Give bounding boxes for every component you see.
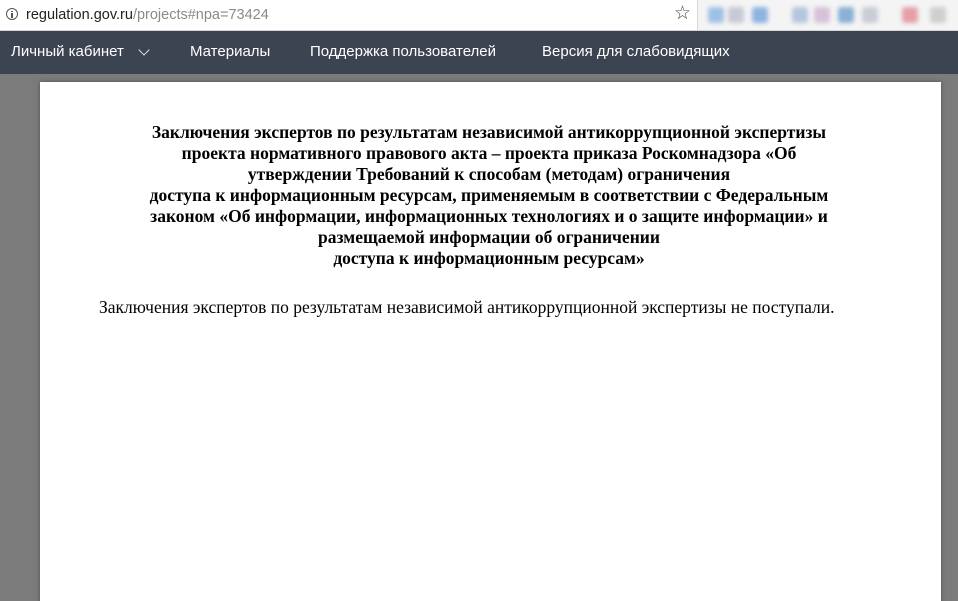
nav-item-materials[interactable]: Материалы [190, 43, 270, 61]
extension-icon[interactable] [814, 7, 830, 23]
info-icon[interactable] [6, 8, 18, 20]
title-line: доступа к информационным ресурсам» [333, 248, 645, 268]
extension-icon[interactable] [728, 7, 744, 23]
extensions-area [706, 4, 956, 26]
extension-icon[interactable] [838, 7, 854, 23]
title-line: доступа к информационным ресурсам, приме… [149, 185, 829, 205]
title-line: проекта нормативного правового акта – пр… [181, 143, 797, 163]
star-icon[interactable]: ☆ [674, 3, 691, 25]
document-title: Заключения экспертов по результатам неза… [98, 122, 880, 269]
nav-item-accessibility-version[interactable]: Версия для слабовидящих [542, 43, 730, 61]
title-line: Заключения экспертов по результатам неза… [151, 122, 827, 142]
extension-icon[interactable] [862, 7, 878, 23]
extension-icon[interactable] [902, 7, 918, 23]
browser-address-bar: regulation.gov.ru/projects#npa=73424 ☆ [0, 0, 958, 31]
chevron-down-icon[interactable] [138, 44, 150, 56]
title-line: утверждении Требований к способам (метод… [247, 164, 731, 184]
url-text[interactable]: regulation.gov.ru/projects#npa=73424 [26, 6, 269, 24]
url-path: /projects#npa=73424 [132, 7, 269, 23]
nav-item-personal-account[interactable]: Личный кабинет [11, 43, 124, 61]
extension-icon[interactable] [930, 7, 946, 23]
url-host: regulation.gov.ru [26, 7, 133, 23]
site-navigation: Личный кабинет Материалы Поддержка польз… [0, 31, 958, 74]
title-line: законом «Об информации, информационных т… [150, 206, 828, 226]
extension-icon[interactable] [752, 7, 768, 23]
extension-icon[interactable] [708, 7, 724, 23]
document-viewer[interactable]: Заключения экспертов по результатам неза… [0, 74, 958, 601]
nav-item-user-support[interactable]: Поддержка пользователей [310, 43, 496, 61]
title-line: размещаемой информации об ограничении [318, 227, 660, 247]
document-page: Заключения экспертов по результатам неза… [40, 82, 941, 601]
document-body: Заключения экспертов по результатам неза… [99, 297, 835, 317]
browser-window: regulation.gov.ru/projects#npa=73424 ☆ Л… [0, 0, 958, 601]
url-field[interactable]: regulation.gov.ru/projects#npa=73424 ☆ [0, 0, 698, 30]
extension-icon[interactable] [792, 7, 808, 23]
